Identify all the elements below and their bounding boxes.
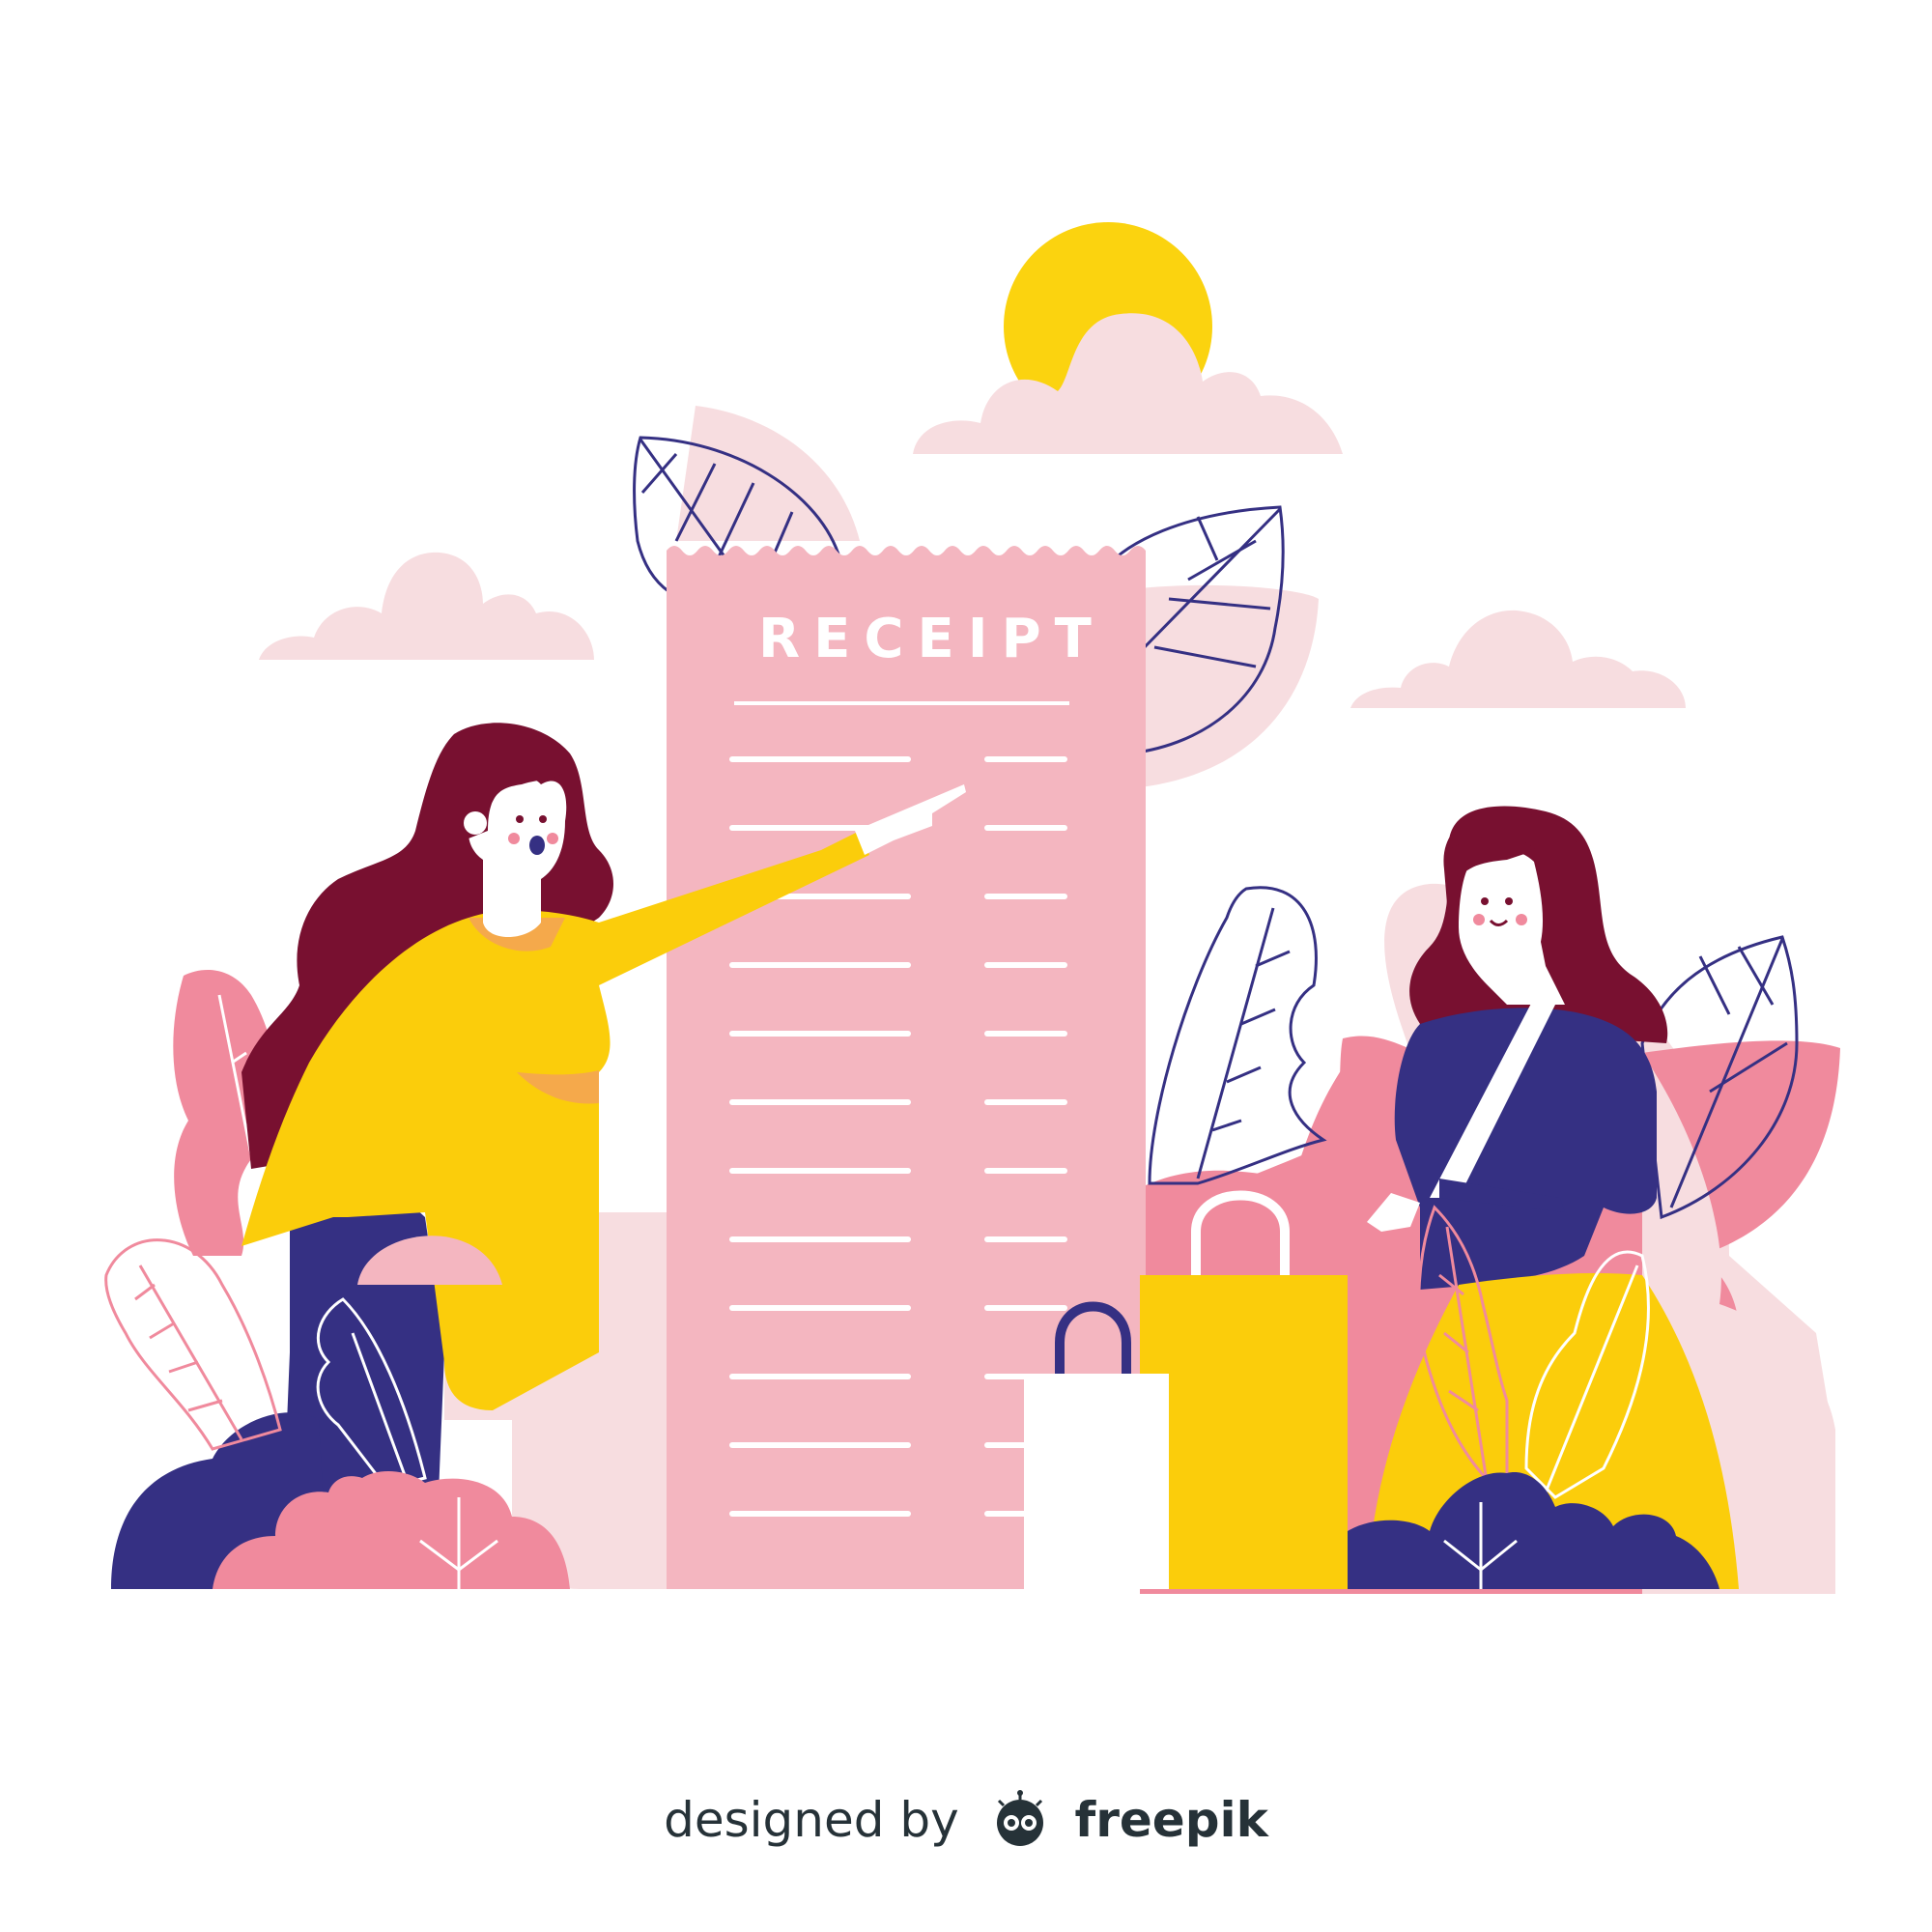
credit-brand: freepik (1074, 1792, 1268, 1848)
woman-left-eye-l (516, 815, 524, 823)
cloud-right (1350, 610, 1686, 708)
woman-right-eye-r (1505, 897, 1513, 905)
cloud-top (913, 313, 1343, 454)
illustration: RECEIPT (104, 222, 1840, 1594)
receipt-title: RECEIPT (758, 608, 1105, 670)
bag-yellow (1140, 1275, 1348, 1589)
woman-left-eye-r (539, 815, 547, 823)
woman-left-mouth (529, 836, 545, 855)
woman-right-blush-l (1473, 914, 1485, 925)
freepik-logo-icon (996, 1789, 1043, 1846)
woman-right-blush-r (1516, 914, 1527, 925)
plant-left-outline (104, 1238, 282, 1451)
woman-left-blush-r (547, 833, 558, 844)
credit: designed by freepik (0, 1789, 1932, 1850)
outline-leaf-center (1148, 886, 1327, 1185)
woman-left-ear (464, 811, 487, 835)
bag-white (1024, 1374, 1169, 1589)
credit-designed-by: designed by (664, 1792, 959, 1848)
woman-left-blush-l (508, 833, 520, 844)
bg-blob-right (1130, 584, 1319, 787)
cloud-left (259, 552, 594, 660)
woman-right-eye-l (1481, 897, 1489, 905)
